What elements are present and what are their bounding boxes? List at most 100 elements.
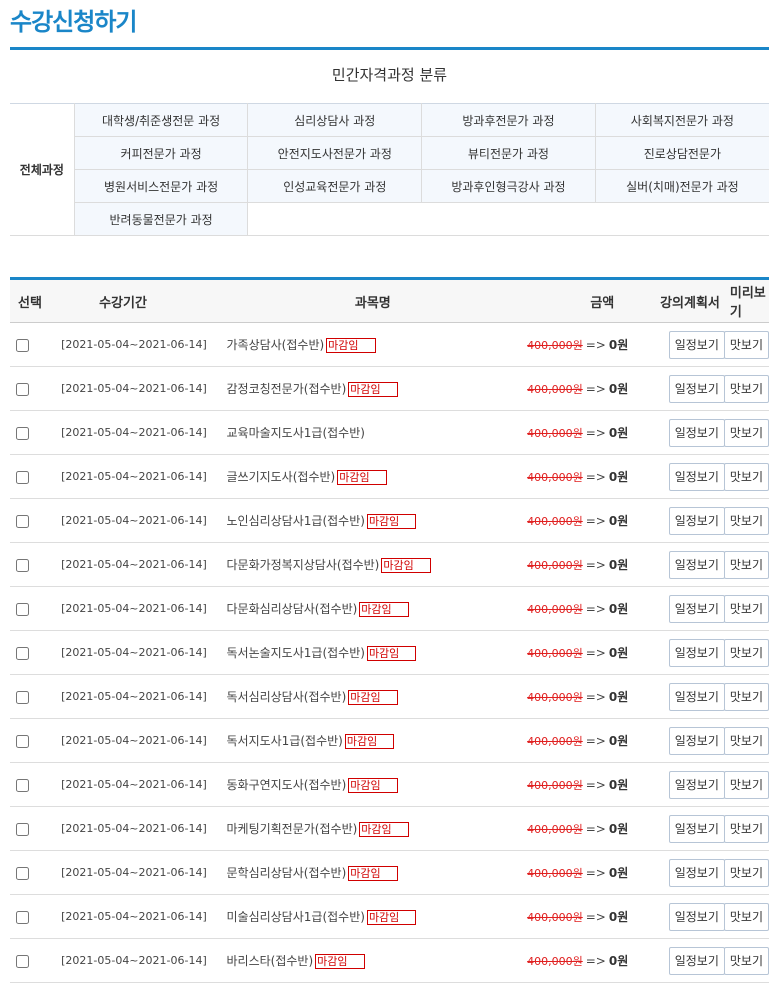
- closed-badge: 마감임: [359, 822, 409, 837]
- course-checkbox[interactable]: [16, 382, 29, 396]
- course-name: 다문화심리상담사(접수반): [226, 602, 358, 616]
- schedule-button[interactable]: 일정보기: [668, 682, 725, 711]
- course-preview-cell: 맛보기: [723, 807, 769, 851]
- schedule-button[interactable]: 일정보기: [668, 594, 725, 623]
- preview-button[interactable]: 맛보기: [723, 506, 769, 535]
- preview-button[interactable]: 맛보기: [723, 462, 769, 491]
- course-name-cell: 다문화가정복지상담사(접수반) 마감임: [218, 543, 527, 587]
- preview-button[interactable]: 맛보기: [723, 594, 769, 623]
- preview-button[interactable]: 맛보기: [723, 330, 769, 359]
- course-checkbox[interactable]: [16, 690, 29, 704]
- schedule-button[interactable]: 일정보기: [668, 638, 725, 667]
- course-name-cell: 독서지도사1급(접수반) 마감임: [218, 719, 527, 763]
- course-checkbox[interactable]: [16, 734, 29, 748]
- course-list: [2021-05-04~2021-06-14] 가족상담사(접수반) 마감임 400,…: [10, 323, 769, 983]
- schedule-button[interactable]: 일정보기: [668, 462, 725, 491]
- course-checkbox[interactable]: [16, 426, 29, 440]
- course-checkbox[interactable]: [16, 470, 29, 484]
- course-name: 가족상담사(접수반): [226, 338, 325, 352]
- category-item[interactable]: 반려동물전문가 과정: [73, 202, 249, 236]
- price-arrow: =>: [585, 778, 606, 792]
- category-item[interactable]: 진로상담전문가: [594, 136, 769, 170]
- schedule-button[interactable]: 일정보기: [668, 330, 725, 359]
- course-preview-cell: 맛보기: [723, 719, 769, 763]
- original-price: 400,000원: [527, 911, 583, 924]
- header-name: 과목명: [218, 278, 528, 323]
- course-period: [2021-05-04~2021-06-14]: [61, 426, 207, 439]
- category-item[interactable]: 대학생/취준생전문 과정: [73, 103, 249, 137]
- course-name: 교육마술지도사1급(접수반): [226, 426, 365, 440]
- schedule-button[interactable]: 일정보기: [668, 858, 725, 887]
- course-period: [2021-05-04~2021-06-14]: [61, 382, 207, 395]
- preview-button[interactable]: 맛보기: [723, 726, 769, 755]
- course-name: 마케팅기획전문가(접수반): [226, 822, 358, 836]
- preview-button[interactable]: 맛보기: [723, 814, 769, 843]
- category-item[interactable]: 사회복지전문가 과정: [594, 103, 769, 137]
- course-checkbox[interactable]: [16, 866, 29, 880]
- course-checkbox[interactable]: [16, 910, 29, 924]
- course-period: [2021-05-04~2021-06-14]: [61, 338, 207, 351]
- category-item[interactable]: 커피전문가 과정: [73, 136, 249, 170]
- course-checkbox[interactable]: [16, 338, 29, 352]
- course-select-cell: [10, 939, 61, 983]
- final-price: 0원: [608, 646, 629, 660]
- preview-button[interactable]: 맛보기: [723, 638, 769, 667]
- schedule-button[interactable]: 일정보기: [668, 814, 725, 843]
- course-checkbox[interactable]: [16, 646, 29, 660]
- course-name-cell: 동화구연지도사(접수반) 마감임: [218, 763, 527, 807]
- course-preview-cell: 맛보기: [723, 895, 769, 939]
- schedule-button[interactable]: 일정보기: [668, 506, 725, 535]
- course-select-cell: [10, 807, 61, 851]
- preview-button[interactable]: 맛보기: [723, 902, 769, 931]
- preview-button[interactable]: 맛보기: [723, 418, 769, 447]
- category-item[interactable]: 방과후인형극강사 과정: [421, 169, 596, 203]
- schedule-button[interactable]: 일정보기: [668, 726, 725, 755]
- course-preview-cell: 맛보기: [723, 631, 769, 675]
- all-courses-link[interactable]: 전체과정: [10, 103, 75, 236]
- preview-button[interactable]: 맛보기: [723, 682, 769, 711]
- course-checkbox[interactable]: [16, 514, 29, 528]
- course-period: [2021-05-04~2021-06-14]: [61, 822, 207, 835]
- category-item[interactable]: 병원서비스전문가 과정: [73, 169, 249, 203]
- course-table-header: 선택 수강기간 과목명 금액 강의계획서 미리보기: [10, 278, 769, 323]
- course-price-cell: 400,000원 => 0원: [527, 851, 644, 895]
- course-name: 동화구연지도사(접수반): [226, 778, 347, 792]
- course-period: [2021-05-04~2021-06-14]: [61, 690, 207, 703]
- schedule-button[interactable]: 일정보기: [668, 902, 725, 931]
- course-checkbox[interactable]: [16, 602, 29, 616]
- course-preview-cell: 맛보기: [723, 939, 769, 983]
- category-item[interactable]: 방과후전문가 과정: [421, 103, 596, 137]
- final-price: 0원: [608, 954, 629, 968]
- price-arrow: =>: [585, 734, 606, 748]
- course-row: [2021-05-04~2021-06-14] 감정코칭전문가(접수반) 마감임 40…: [10, 367, 769, 411]
- preview-button[interactable]: 맛보기: [723, 770, 769, 799]
- course-checkbox[interactable]: [16, 822, 29, 836]
- course-price-cell: 400,000원 => 0원: [527, 587, 644, 631]
- category-item[interactable]: 실버(치매)전문가 과정: [594, 169, 769, 203]
- course-plan-cell: 일정보기: [644, 455, 725, 499]
- course-period: [2021-05-04~2021-06-14]: [61, 470, 207, 483]
- course-checkbox[interactable]: [16, 558, 29, 572]
- schedule-button[interactable]: 일정보기: [668, 418, 725, 447]
- schedule-button[interactable]: 일정보기: [668, 550, 725, 579]
- preview-button[interactable]: 맛보기: [723, 374, 769, 403]
- closed-badge: 마감임: [366, 910, 417, 925]
- schedule-button[interactable]: 일정보기: [668, 946, 725, 975]
- schedule-button[interactable]: 일정보기: [668, 770, 725, 799]
- preview-button[interactable]: 맛보기: [723, 858, 769, 887]
- course-checkbox[interactable]: [16, 954, 29, 968]
- category-item[interactable]: 심리상담사 과정: [247, 103, 423, 137]
- category-item[interactable]: 안전지도사전문가 과정: [247, 136, 423, 170]
- course-period: [2021-05-04~2021-06-14]: [61, 866, 207, 879]
- schedule-button[interactable]: 일정보기: [668, 374, 725, 403]
- price-arrow: =>: [585, 514, 606, 528]
- original-price: 400,000원: [527, 339, 583, 352]
- preview-button[interactable]: 맛보기: [723, 946, 769, 975]
- preview-button[interactable]: 맛보기: [723, 550, 769, 579]
- header-select: 선택: [10, 278, 62, 323]
- closed-badge: 마감임: [348, 866, 398, 881]
- original-price: 400,000원: [527, 471, 583, 484]
- category-item[interactable]: 뷰티전문가 과정: [421, 136, 596, 170]
- category-item[interactable]: 인성교육전문가 과정: [247, 169, 423, 203]
- course-checkbox[interactable]: [16, 778, 29, 792]
